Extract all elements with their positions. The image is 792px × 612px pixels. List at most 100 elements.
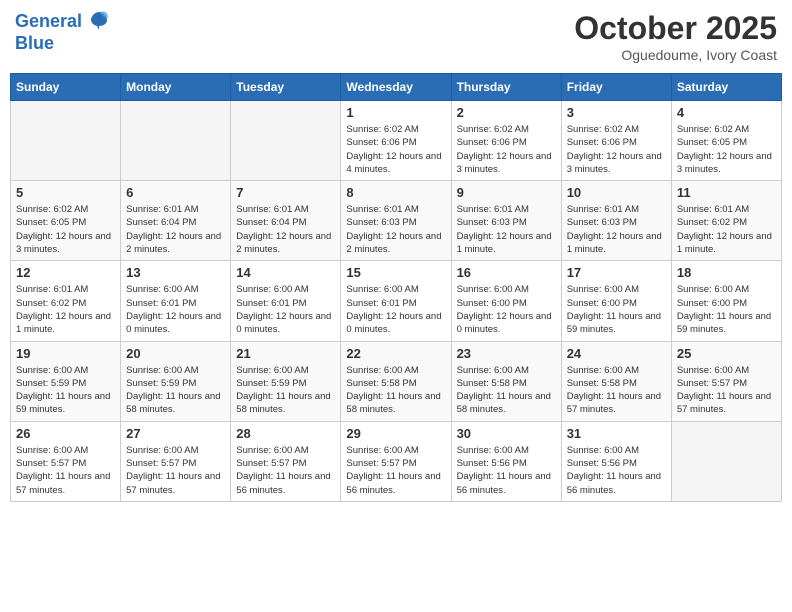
- day-number: 12: [16, 265, 115, 280]
- day-number: 26: [16, 426, 115, 441]
- day-cell: [121, 101, 231, 181]
- day-cell: 20 Sunrise: 6:00 AMSunset: 5:59 PMDayligh…: [121, 341, 231, 421]
- days-header-row: Sunday Monday Tuesday Wednesday Thursday…: [11, 74, 782, 101]
- logo-text-blue: Blue: [15, 34, 109, 54]
- calendar-table: Sunday Monday Tuesday Wednesday Thursday…: [10, 73, 782, 502]
- day-info: Sunrise: 6:01 AMSunset: 6:04 PMDaylight:…: [236, 203, 335, 256]
- day-number: 10: [567, 185, 666, 200]
- day-cell: 23 Sunrise: 6:00 AMSunset: 5:58 PMDayligh…: [451, 341, 561, 421]
- week-row-2: 5 Sunrise: 6:02 AMSunset: 6:05 PMDaylight…: [11, 181, 782, 261]
- header-tuesday: Tuesday: [231, 74, 341, 101]
- day-number: 14: [236, 265, 335, 280]
- logo: General Blue: [15, 10, 109, 54]
- header-thursday: Thursday: [451, 74, 561, 101]
- day-cell: 2 Sunrise: 6:02 AMSunset: 6:06 PMDaylight…: [451, 101, 561, 181]
- day-number: 23: [457, 346, 556, 361]
- day-info: Sunrise: 6:00 AMSunset: 6:01 PMDaylight:…: [126, 283, 225, 336]
- day-info: Sunrise: 6:00 AMSunset: 6:00 PMDaylight:…: [567, 283, 666, 336]
- header-friday: Friday: [561, 74, 671, 101]
- day-number: 6: [126, 185, 225, 200]
- day-number: 28: [236, 426, 335, 441]
- day-cell: 26 Sunrise: 6:00 AMSunset: 5:57 PMDayligh…: [11, 421, 121, 501]
- day-number: 17: [567, 265, 666, 280]
- month-title: October 2025: [574, 10, 777, 47]
- day-info: Sunrise: 6:00 AMSunset: 5:57 PMDaylight:…: [236, 444, 335, 497]
- day-info: Sunrise: 6:00 AMSunset: 6:01 PMDaylight:…: [236, 283, 335, 336]
- day-cell: 4Sunrise: 6:02 AMSunset: 6:05 PMDaylight…: [671, 101, 781, 181]
- day-info: Sunrise: 6:00 AMSunset: 5:56 PMDaylight:…: [567, 444, 666, 497]
- day-number: 8: [346, 185, 445, 200]
- day-info: Sunrise: 6:00 AMSunset: 5:58 PMDaylight:…: [567, 364, 666, 417]
- day-number: 9: [457, 185, 556, 200]
- day-number: 16: [457, 265, 556, 280]
- week-row-3: 12Sunrise: 6:01 AMSunset: 6:02 PMDayligh…: [11, 261, 782, 341]
- day-cell: [231, 101, 341, 181]
- day-info: Sunrise: 6:01 AMSunset: 6:04 PMDaylight:…: [126, 203, 225, 256]
- day-info: Sunrise: 6:00 AMSunset: 5:59 PMDaylight:…: [126, 364, 225, 417]
- header-wednesday: Wednesday: [341, 74, 451, 101]
- day-cell: 7 Sunrise: 6:01 AMSunset: 6:04 PMDaylight…: [231, 181, 341, 261]
- day-cell: 8 Sunrise: 6:01 AMSunset: 6:03 PMDaylight…: [341, 181, 451, 261]
- day-number: 5: [16, 185, 115, 200]
- day-cell: 19 Sunrise: 6:00 AMSunset: 5:59 PMDayligh…: [11, 341, 121, 421]
- day-cell: 9 Sunrise: 6:01 AMSunset: 6:03 PMDaylight…: [451, 181, 561, 261]
- day-cell: 10 Sunrise: 6:01 AMSunset: 6:03 PMDayligh…: [561, 181, 671, 261]
- day-number: 31: [567, 426, 666, 441]
- day-info: Sunrise: 6:00 AMSunset: 5:57 PMDaylight:…: [346, 444, 445, 497]
- day-number: 29: [346, 426, 445, 441]
- day-number: 24: [567, 346, 666, 361]
- day-info: Sunrise: 6:00 AMSunset: 5:57 PMDaylight:…: [16, 444, 115, 497]
- day-info: Sunrise: 6:02 AMSunset: 6:06 PMDaylight:…: [567, 123, 666, 176]
- day-number: 11: [677, 185, 776, 200]
- day-cell: 24 Sunrise: 6:00 AMSunset: 5:58 PMDayligh…: [561, 341, 671, 421]
- location: Oguedoume, Ivory Coast: [574, 47, 777, 63]
- day-info: Sunrise: 6:00 AMSunset: 6:00 PMDaylight:…: [457, 283, 556, 336]
- day-cell: 14 Sunrise: 6:00 AMSunset: 6:01 PMDayligh…: [231, 261, 341, 341]
- day-cell: 15 Sunrise: 6:00 AMSunset: 6:01 PMDayligh…: [341, 261, 451, 341]
- day-number: 7: [236, 185, 335, 200]
- day-cell: 28 Sunrise: 6:00 AMSunset: 5:57 PMDayligh…: [231, 421, 341, 501]
- day-cell: 18Sunrise: 6:00 AMSunset: 6:00 PMDayligh…: [671, 261, 781, 341]
- day-number: 19: [16, 346, 115, 361]
- day-number: 15: [346, 265, 445, 280]
- day-cell: 3Sunrise: 6:02 AMSunset: 6:06 PMDaylight…: [561, 101, 671, 181]
- day-number: 1: [346, 105, 445, 120]
- day-info: Sunrise: 6:01 AMSunset: 6:02 PMDaylight:…: [677, 203, 776, 256]
- day-info: Sunrise: 6:00 AMSunset: 6:00 PMDaylight:…: [677, 283, 776, 336]
- day-info: Sunrise: 6:00 AMSunset: 5:59 PMDaylight:…: [16, 364, 115, 417]
- day-cell: 12Sunrise: 6:01 AMSunset: 6:02 PMDayligh…: [11, 261, 121, 341]
- header-saturday: Saturday: [671, 74, 781, 101]
- day-info: Sunrise: 6:00 AMSunset: 6:01 PMDaylight:…: [346, 283, 445, 336]
- day-info: Sunrise: 6:00 AMSunset: 5:56 PMDaylight:…: [457, 444, 556, 497]
- logo-text: General: [15, 10, 109, 34]
- day-number: 30: [457, 426, 556, 441]
- day-cell: 21 Sunrise: 6:00 AMSunset: 5:59 PMDayligh…: [231, 341, 341, 421]
- week-row-4: 19 Sunrise: 6:00 AMSunset: 5:59 PMDayligh…: [11, 341, 782, 421]
- day-number: 27: [126, 426, 225, 441]
- day-info: Sunrise: 6:01 AMSunset: 6:03 PMDaylight:…: [346, 203, 445, 256]
- day-cell: 25Sunrise: 6:00 AMSunset: 5:57 PMDayligh…: [671, 341, 781, 421]
- day-cell: 16 Sunrise: 6:00 AMSunset: 6:00 PMDayligh…: [451, 261, 561, 341]
- day-cell: 31 Sunrise: 6:00 AMSunset: 5:56 PMDayligh…: [561, 421, 671, 501]
- day-info: Sunrise: 6:01 AMSunset: 6:03 PMDaylight:…: [457, 203, 556, 256]
- day-cell: [11, 101, 121, 181]
- week-row-5: 26 Sunrise: 6:00 AMSunset: 5:57 PMDayligh…: [11, 421, 782, 501]
- day-cell: [671, 421, 781, 501]
- day-number: 20: [126, 346, 225, 361]
- title-block: October 2025 Oguedoume, Ivory Coast: [574, 10, 777, 63]
- day-info: Sunrise: 6:01 AMSunset: 6:03 PMDaylight:…: [567, 203, 666, 256]
- day-info: Sunrise: 6:02 AMSunset: 6:05 PMDaylight:…: [16, 203, 115, 256]
- day-info: Sunrise: 6:00 AMSunset: 5:59 PMDaylight:…: [236, 364, 335, 417]
- day-cell: 17 Sunrise: 6:00 AMSunset: 6:00 PMDayligh…: [561, 261, 671, 341]
- day-cell: 13Sunrise: 6:00 AMSunset: 6:01 PMDayligh…: [121, 261, 231, 341]
- day-number: 2: [457, 105, 556, 120]
- day-number: 21: [236, 346, 335, 361]
- day-info: Sunrise: 6:00 AMSunset: 5:58 PMDaylight:…: [457, 364, 556, 417]
- header-monday: Monday: [121, 74, 231, 101]
- day-info: Sunrise: 6:02 AMSunset: 6:06 PMDaylight:…: [457, 123, 556, 176]
- page-header: General Blue October 2025 Oguedoume, Ivo…: [10, 10, 782, 63]
- day-number: 22: [346, 346, 445, 361]
- day-info: Sunrise: 6:02 AMSunset: 6:06 PMDaylight:…: [346, 123, 445, 176]
- day-info: Sunrise: 6:00 AMSunset: 5:58 PMDaylight:…: [346, 364, 445, 417]
- logo-bird-icon: [89, 10, 109, 34]
